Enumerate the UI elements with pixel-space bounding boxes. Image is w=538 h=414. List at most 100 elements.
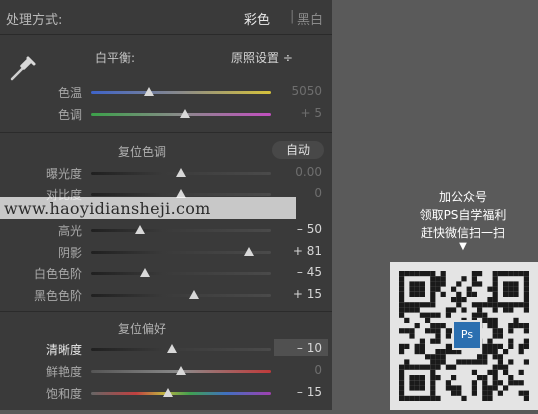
highlights-value[interactable]: – 50 <box>280 222 322 236</box>
blacks-track[interactable] <box>91 294 271 297</box>
whites-track[interactable] <box>91 272 271 275</box>
qr-module <box>435 354 441 360</box>
qr-module <box>419 364 425 370</box>
qr-module <box>435 333 441 339</box>
qr-module <box>492 281 498 287</box>
qr-module <box>399 369 405 375</box>
qr-module <box>419 343 425 349</box>
ps-logo-icon: Ps <box>452 320 482 350</box>
qr-module <box>419 349 425 355</box>
saturation-slider-thumb[interactable] <box>163 388 174 397</box>
qr-module <box>404 328 410 334</box>
vibrance-slider-thumb[interactable] <box>176 366 186 375</box>
temperature-value[interactable]: 5050 <box>280 84 322 98</box>
qr-module <box>487 317 493 323</box>
highlights-track[interactable] <box>91 229 271 232</box>
qr-module <box>409 333 415 339</box>
qr-module <box>440 323 446 329</box>
qr-module <box>440 271 446 277</box>
qr-module <box>497 364 503 370</box>
qr-module <box>445 380 451 386</box>
qr-module <box>435 312 441 318</box>
qr-module <box>477 302 483 308</box>
qr-module <box>492 328 498 334</box>
qr-module <box>445 333 451 339</box>
qr-module <box>482 354 488 360</box>
qr-module <box>419 281 425 287</box>
shadows-slider-thumb[interactable] <box>244 247 255 256</box>
qr-module <box>497 390 503 396</box>
qr-module <box>419 395 425 401</box>
shadows-value[interactable]: + 81 <box>280 244 322 258</box>
qr-module <box>430 380 436 386</box>
qr-module <box>518 302 524 308</box>
color-mode-button[interactable]: 彩色 <box>244 9 270 28</box>
qr-module <box>451 297 457 303</box>
qr-module <box>430 291 436 297</box>
qr-module <box>497 271 503 277</box>
clarity-track[interactable] <box>91 348 271 351</box>
treatment-header: 处理方式: 彩色 | 黑白 <box>0 0 332 35</box>
qr-module <box>409 385 415 391</box>
qr-module <box>430 354 436 360</box>
qr-module <box>471 302 477 308</box>
qr-module <box>508 302 514 308</box>
qr-module <box>523 395 529 401</box>
blacks-slider-thumb[interactable] <box>188 290 199 299</box>
temperature-slider-thumb[interactable] <box>143 87 154 96</box>
qr-module <box>513 291 519 297</box>
auto-tone-button[interactable]: 自动 <box>272 141 324 159</box>
clarity-slider-thumb[interactable] <box>167 344 177 353</box>
reset-tone-link[interactable]: 复位色调 <box>118 143 166 160</box>
qr-module <box>523 297 529 303</box>
exposure-value[interactable]: 0.00 <box>280 165 322 179</box>
qr-module <box>414 281 420 287</box>
qr-module <box>492 369 498 375</box>
qr-module <box>518 369 524 375</box>
qr-module <box>487 385 493 391</box>
qr-module <box>435 364 441 370</box>
qr-module <box>409 395 415 401</box>
qr-module <box>482 380 488 386</box>
white-balance-select[interactable]: 原照设置 ÷ <box>231 49 293 66</box>
reset-presence-link[interactable]: 复位偏好 <box>118 320 166 337</box>
qr-module <box>435 276 441 282</box>
black-white-mode-button[interactable]: 黑白 <box>297 9 323 28</box>
qr-module <box>508 343 514 349</box>
eyedropper-icon[interactable] <box>8 54 38 82</box>
tint-value[interactable]: + 5 <box>280 106 322 120</box>
down-arrow-icon: ▼ <box>459 241 467 252</box>
whites-value[interactable]: – 45 <box>280 265 322 279</box>
clarity-value[interactable]: – 10 <box>280 341 322 355</box>
highlights-slider-thumb[interactable] <box>134 225 145 234</box>
qr-module <box>513 302 519 308</box>
qr-module <box>456 291 462 297</box>
qr-module <box>425 312 431 318</box>
qr-module <box>497 359 503 365</box>
qr-module <box>523 328 529 334</box>
qr-module <box>513 317 519 323</box>
qr-module <box>435 375 441 381</box>
saturation-value[interactable]: – 15 <box>280 385 322 399</box>
qr-module <box>414 364 420 370</box>
tint-slider-thumb[interactable] <box>179 109 190 118</box>
qr-module <box>477 354 483 360</box>
temperature-track[interactable] <box>91 91 271 94</box>
qr-module <box>471 281 477 287</box>
qr-module <box>414 343 420 349</box>
qr-module <box>399 312 405 318</box>
exposure-slider-thumb[interactable] <box>176 168 186 177</box>
qr-module <box>518 349 524 355</box>
whites-slider-thumb[interactable] <box>140 268 150 277</box>
qr-module <box>461 297 467 303</box>
qr-module <box>482 343 488 349</box>
blacks-value[interactable]: + 15 <box>280 287 322 301</box>
qr-module <box>492 343 498 349</box>
qr-module <box>399 302 405 308</box>
qr-module <box>430 271 436 277</box>
qr-module <box>487 338 493 344</box>
watermark-text: www.haoyidiansheji.com <box>4 199 211 218</box>
qr-module <box>471 276 477 282</box>
vibrance-value[interactable]: 0 <box>280 363 322 377</box>
saturation-track[interactable] <box>91 392 271 395</box>
